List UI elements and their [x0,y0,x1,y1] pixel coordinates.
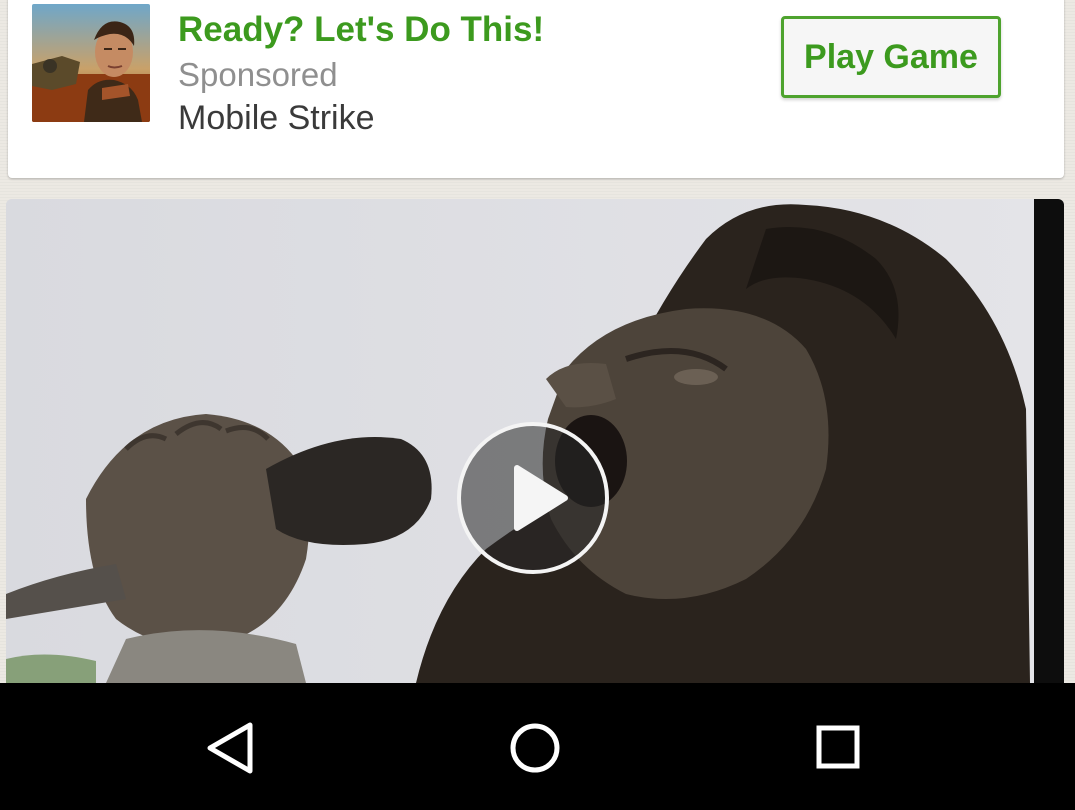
play-game-button[interactable]: Play Game [781,16,1001,98]
play-button[interactable] [457,422,609,574]
ad-headline[interactable]: Ready? Let's Do This! [178,10,544,50]
advertiser-name[interactable]: Mobile Strike [178,99,375,138]
video-player[interactable] [6,199,1064,683]
back-triangle-icon [207,722,253,774]
play-icon [514,465,568,531]
game-thumbnail-image[interactable] [32,4,150,122]
home-circle-icon [510,723,560,773]
home-button[interactable] [499,711,571,783]
sponsored-label: Sponsored [178,56,338,93]
sponsored-ad-card[interactable]: Ready? Let's Do This! Sponsored Mobile S… [8,0,1064,178]
system-navigation-bar [0,683,1075,810]
app-screen: Ready? Let's Do This! Sponsored Mobile S… [0,0,1075,810]
back-button[interactable] [196,711,268,783]
recents-square-icon [816,725,860,769]
recents-button[interactable] [802,711,874,783]
